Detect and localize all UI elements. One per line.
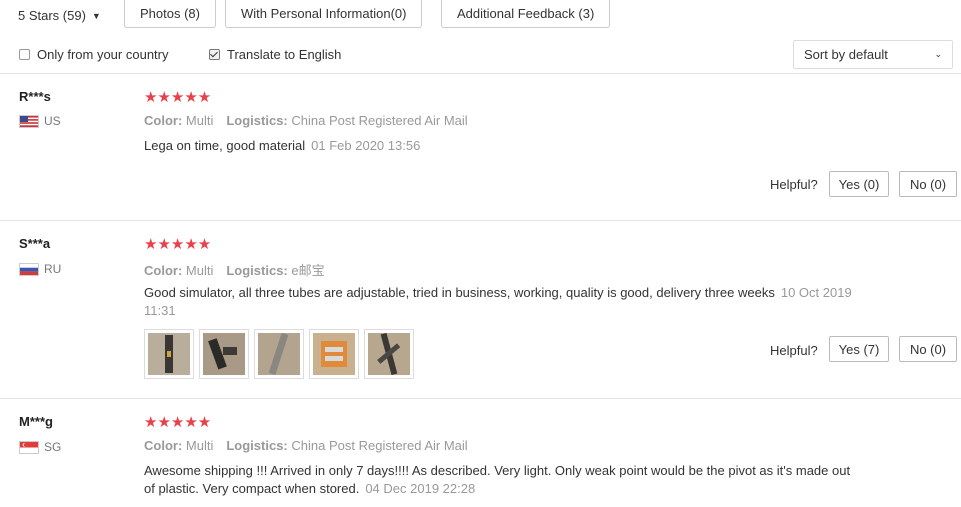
helpful-label: Helpful? (770, 177, 818, 192)
star-rating: ★★★★★ (144, 414, 212, 431)
photos-filter-button[interactable]: Photos (8) (124, 0, 216, 28)
color-value: Multi (185, 263, 214, 278)
review-text: Good simulator, all three tubes are adju… (144, 284, 864, 320)
review-body: Awesome shipping !!! Arrived in only 7 d… (144, 463, 851, 496)
review-date: 04 Dec 2019 22:28 (365, 481, 476, 496)
logistics-value: China Post Registered Air Mail (291, 438, 468, 453)
personal-info-filter-button[interactable]: With Personal Information(0) (225, 0, 423, 28)
divider (0, 398, 961, 399)
review-photo-thumbnail[interactable] (199, 329, 249, 379)
country-code: SG (44, 440, 62, 454)
reviewer-name: R***s (19, 89, 51, 104)
helpful-yes-button[interactable]: Yes (7) (829, 336, 889, 362)
sort-label: Sort by default (804, 47, 888, 62)
star-rating: ★★★★★ (144, 89, 212, 106)
review-text: Awesome shipping !!! Arrived in only 7 d… (144, 462, 864, 498)
logistics-label: Logistics: (226, 438, 288, 453)
color-value: Multi (185, 113, 214, 128)
color-label: Color: (144, 438, 183, 453)
color-label: Color: (144, 263, 183, 278)
reviewer-country: US (19, 114, 61, 128)
helpful-yes-button[interactable]: Yes (0) (829, 171, 889, 197)
star-rating: ★★★★★ (144, 236, 212, 253)
review-body: Lega on time, good material (144, 138, 306, 153)
sort-dropdown[interactable]: Sort by default ⌄ (793, 40, 953, 69)
helpful-no-button[interactable]: No (0) (899, 171, 957, 197)
logistics-label: Logistics: (226, 263, 288, 278)
color-value: Multi (185, 438, 214, 453)
chevron-down-icon: ⌄ (934, 49, 942, 59)
ru-flag-icon (19, 262, 39, 276)
reviewer-name: M***g (19, 414, 53, 429)
logistics-label: Logistics: (226, 113, 288, 128)
reviewer-country: RU (19, 262, 61, 276)
review-body: Good simulator, all three tubes are adju… (144, 285, 775, 300)
color-label: Color: (144, 113, 183, 128)
only-country-checkbox-row[interactable]: Only from your country (19, 44, 169, 64)
review-meta: Color: Multi Logistics: China Post Regist… (144, 438, 468, 453)
only-country-label: Only from your country (37, 46, 169, 62)
country-code: US (44, 114, 61, 128)
review-photo-thumbnail[interactable] (144, 329, 194, 379)
review-text: Lega on time, good material 01 Feb 2020 1… (144, 137, 864, 155)
us-flag-icon (19, 114, 39, 128)
translate-checkbox-row[interactable]: Translate to English (209, 44, 341, 64)
review-date: 01 Feb 2020 13:56 (311, 138, 421, 153)
logistics-value: e邮宝 (291, 263, 325, 278)
only-country-checkbox[interactable] (19, 48, 30, 60)
translate-label: Translate to English (227, 46, 342, 62)
helpful-label: Helpful? (770, 343, 818, 358)
translate-checkbox[interactable] (209, 48, 220, 60)
divider (0, 220, 961, 221)
review-meta: Color: Multi Logistics: China Post Regist… (144, 113, 468, 128)
reviewer-name: S***a (19, 236, 51, 251)
reviewer-country: SG (19, 440, 61, 454)
star-filter-label: 5 Stars (59) (18, 8, 86, 23)
additional-feedback-filter-button[interactable]: Additional Feedback (3) (441, 0, 611, 28)
review-photo-thumbnail[interactable] (254, 329, 304, 379)
chevron-down-icon: ▼ (91, 11, 101, 21)
sg-flag-icon (19, 440, 39, 454)
helpful-no-button[interactable]: No (0) (899, 336, 957, 362)
star-filter-select[interactable]: 5 Stars (59) ▼ (18, 4, 101, 28)
review-meta: Color: Multi Logistics: e邮宝 (144, 260, 325, 279)
country-code: RU (44, 262, 62, 276)
review-photo-thumbnail[interactable] (364, 329, 414, 379)
divider (0, 73, 961, 74)
logistics-value: China Post Registered Air Mail (291, 113, 468, 128)
review-photo-thumbnail[interactable] (309, 329, 359, 379)
